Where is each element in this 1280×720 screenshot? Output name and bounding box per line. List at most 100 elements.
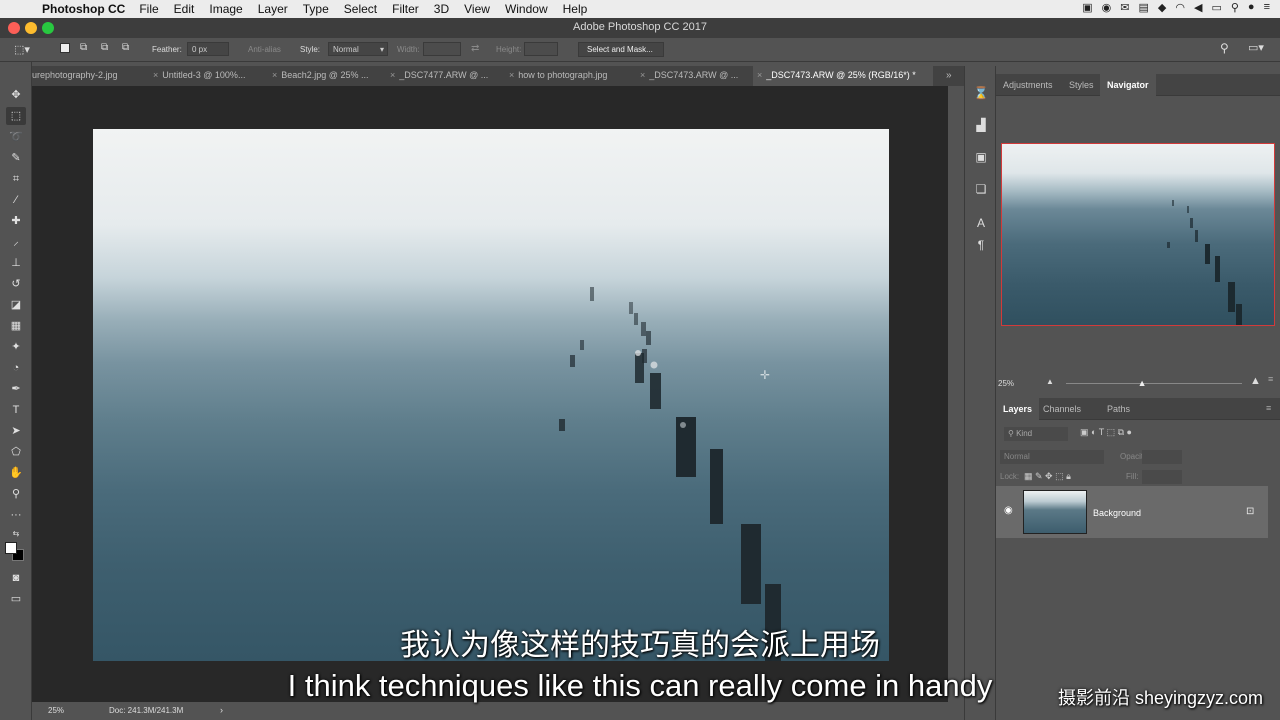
search-icon[interactable]: ⚲ (1231, 1, 1239, 14)
new-selection-icon[interactable] (60, 43, 70, 53)
eye-icon[interactable]: ◉ (1102, 1, 1112, 14)
layer-row-background[interactable]: ◉ Background ⊡ (996, 486, 1268, 538)
eye-icon[interactable]: ◉ (1004, 505, 1013, 516)
document-tab[interactable]: × Untitled-3 @ 100%... (149, 66, 268, 86)
menu-window[interactable]: Window (505, 2, 548, 16)
blur-tool-icon[interactable]: ✦ (6, 338, 26, 356)
more-tabs-icon[interactable]: » (946, 66, 960, 86)
filter-icons[interactable]: ▣ ◐ T ⬚ ⧉ ● (1080, 427, 1132, 438)
width-input[interactable] (423, 42, 461, 56)
screen-mode-icon[interactable]: ▭ (6, 590, 26, 608)
menu-image[interactable]: Image (209, 2, 242, 16)
layer-filter-kind[interactable]: ⚲ Kind (1004, 427, 1068, 441)
healing-brush-tool-icon[interactable]: ✚ (6, 212, 26, 230)
quick-select-tool-icon[interactable]: ✎ (6, 149, 26, 167)
navigator-zoom-value[interactable]: 25% (998, 379, 1014, 388)
slider-handle[interactable]: ▲ (1138, 378, 1147, 388)
notes-icon[interactable]: ▤ (1139, 1, 1149, 14)
list-icon[interactable]: ≡ (1264, 1, 1270, 14)
opacity-input[interactable] (1142, 450, 1182, 464)
close-icon[interactable]: × (757, 70, 762, 80)
close-icon[interactable]: × (272, 70, 277, 80)
menu-file[interactable]: File (139, 2, 158, 16)
dodge-tool-icon[interactable]: ◔ (6, 359, 26, 377)
close-icon[interactable]: × (509, 70, 514, 80)
tab-adjustments[interactable]: Adjustments (996, 74, 1060, 96)
mail-icon[interactable]: ✉ (1120, 1, 1129, 14)
libraries-icon[interactable]: ❏ (972, 182, 990, 198)
menu-layer[interactable]: Layer (258, 2, 288, 16)
menu-view[interactable]: View (464, 2, 490, 16)
navigator-zoom-slider[interactable]: ▲ (1066, 378, 1242, 388)
intersect-selection-icon[interactable]: ⧉ (122, 42, 129, 53)
doc-size-readout[interactable]: Doc: 241.3M/241.3M (109, 706, 183, 715)
menu-type[interactable]: Type (303, 2, 329, 16)
anti-alias-checkbox[interactable]: Anti-alias (248, 45, 281, 54)
eyedropper-tool-icon[interactable]: ⁄ (6, 191, 26, 209)
path-selection-tool-icon[interactable]: ➤ (6, 422, 26, 440)
quick-mask-icon[interactable]: ◙ (6, 569, 26, 587)
history-brush-tool-icon[interactable]: ↺ (6, 275, 26, 293)
character-icon[interactable]: A (972, 216, 990, 232)
type-tool-icon[interactable]: T (6, 401, 26, 419)
panel-menu-icon[interactable]: ≡ (1268, 374, 1273, 384)
hand-tool-icon[interactable]: ✋ (6, 464, 26, 482)
menu-filter[interactable]: Filter (392, 2, 419, 16)
tab-layers[interactable]: Layers (996, 398, 1040, 420)
histogram-icon[interactable]: ▟ (972, 118, 990, 134)
swap-icon[interactable]: ⇄ (471, 43, 479, 54)
tab-paths[interactable]: Paths (1100, 398, 1137, 420)
wifi-icon[interactable]: ◠ (1175, 1, 1185, 14)
layers-panel-menu-icon[interactable]: ≡ (1266, 403, 1271, 413)
volume-icon[interactable]: ◀ (1194, 1, 1202, 14)
document-tab[interactable]: × how to photograph.jpg (505, 66, 636, 86)
tab-channels[interactable]: Channels (1036, 398, 1088, 420)
close-icon[interactable]: × (640, 70, 645, 80)
add-selection-icon[interactable]: ⧉ (80, 42, 87, 53)
document-tab[interactable]: × Beach2.jpg @ 25% ... (268, 66, 386, 86)
menu-edit[interactable]: Edit (174, 2, 195, 16)
subtract-selection-icon[interactable]: ⧉ (101, 42, 108, 53)
siri-icon[interactable]: ● (1248, 1, 1255, 14)
navigator-preview[interactable] (1001, 143, 1275, 326)
marquee-preset-icon[interactable]: ⬚▾ (14, 43, 30, 56)
style-select[interactable]: Normal ▾ (328, 42, 388, 56)
info-icon[interactable]: ▣ (972, 150, 990, 166)
blend-mode-select[interactable]: Normal (1000, 450, 1104, 464)
photo-canvas[interactable]: ✛ (93, 129, 889, 661)
menu-select[interactable]: Select (344, 2, 377, 16)
lasso-tool-icon[interactable]: ➰ (6, 128, 26, 146)
brush-tool-icon[interactable]: ⸝ (6, 233, 26, 251)
app-menu[interactable]: Photoshop CC (42, 2, 125, 16)
document-tab[interactable]: urephotography-2.jpg (32, 66, 149, 86)
history-icon[interactable]: ⌛ (972, 86, 990, 102)
paragraph-icon[interactable]: ¶ (972, 238, 990, 254)
more-tools-icon[interactable]: ··· (6, 506, 26, 524)
gradient-tool-icon[interactable]: ▦ (6, 317, 26, 335)
tab-navigator[interactable]: Navigator (1100, 74, 1156, 96)
document-tab[interactable]: × _DSC7473.ARW @ ... (636, 66, 753, 86)
shield-icon[interactable]: ◆ (1158, 1, 1166, 14)
select-and-mask-button[interactable]: Select and Mask... (578, 42, 664, 57)
zoom-in-icon[interactable]: ▲ (1250, 375, 1261, 387)
fill-input[interactable] (1142, 470, 1182, 484)
crop-tool-icon[interactable]: ⌗ (6, 170, 26, 188)
zoom-tool-icon[interactable]: ⚲ (6, 485, 26, 503)
lock-icons[interactable]: ▦ ✎ ✥ ⬚ 🔒︎ (1024, 471, 1071, 482)
feather-input[interactable]: 0 px (187, 42, 229, 56)
close-icon[interactable]: × (390, 70, 395, 80)
battery-icon[interactable]: ▭ (1211, 1, 1221, 14)
zoom-out-icon[interactable]: ▲ (1046, 377, 1054, 386)
shape-tool-icon[interactable]: ⬠ (6, 443, 26, 461)
lock-icon[interactable]: ⊡ (1246, 506, 1254, 517)
clone-stamp-tool-icon[interactable]: ⊥ (6, 254, 26, 272)
document-tab-active[interactable]: × _DSC7473.ARW @ 25% (RGB/16*) * (753, 66, 933, 86)
tab-styles[interactable]: Styles (1062, 74, 1101, 96)
chevron-right-icon[interactable]: › (220, 705, 223, 715)
layer-name[interactable]: Background (1093, 508, 1141, 518)
zoom-readout[interactable]: 25% (48, 706, 64, 715)
eraser-tool-icon[interactable]: ◪ (6, 296, 26, 314)
menu-help[interactable]: Help (563, 2, 588, 16)
search-icon[interactable]: ⚲ (1220, 41, 1229, 55)
move-tool-icon[interactable]: ✥ (6, 86, 26, 104)
